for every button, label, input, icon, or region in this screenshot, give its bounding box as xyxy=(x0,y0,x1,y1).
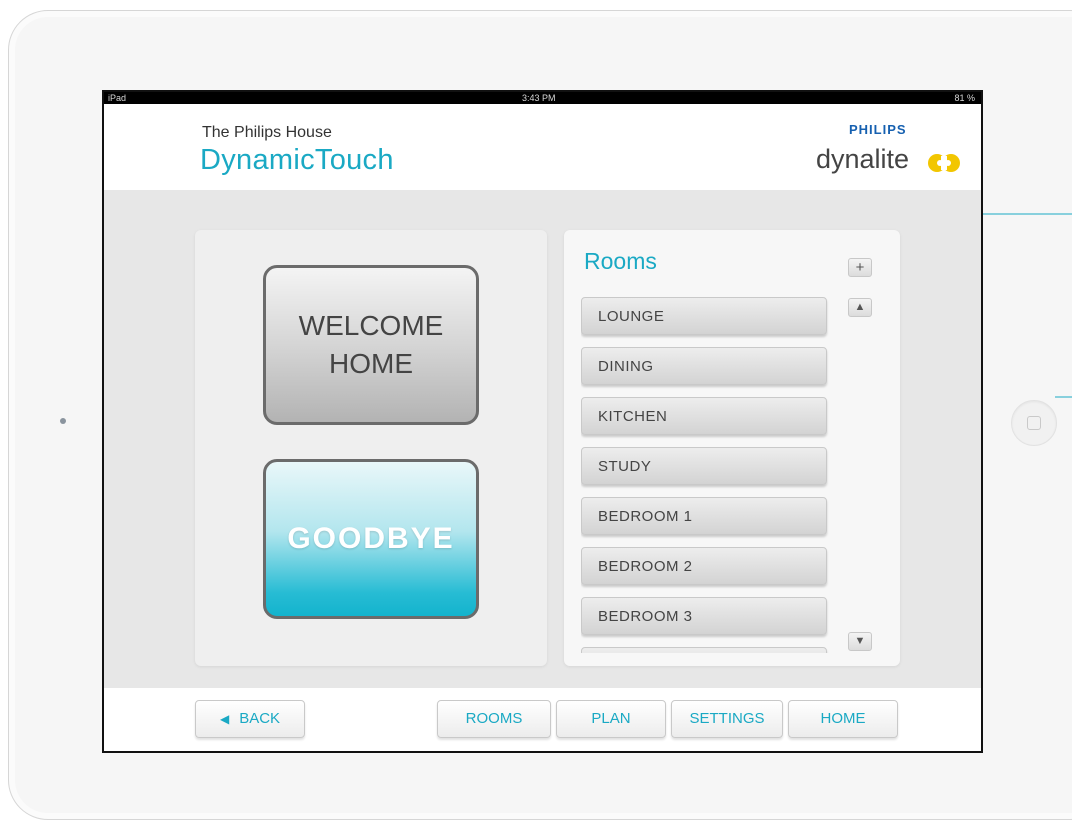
room-dining-button[interactable]: DINING xyxy=(581,347,827,385)
camera-dot xyxy=(60,418,66,424)
dynalite-logo-icon xyxy=(928,154,960,172)
room-bedroom-3-button[interactable]: BEDROOM 3 xyxy=(581,597,827,635)
nav-home-button[interactable]: HOME xyxy=(788,700,898,738)
scroll-up-button[interactable]: ▲ xyxy=(848,298,872,317)
back-arrow-icon: ◀ xyxy=(219,712,230,726)
ipad-home-button[interactable] xyxy=(1011,400,1057,446)
room-partial-button[interactable] xyxy=(581,647,827,653)
rooms-panel: Rooms + ▲ LOUNGE DINING KITCHEN STUDY BE… xyxy=(564,230,900,666)
nav-plan-button[interactable]: PLAN xyxy=(556,700,666,738)
room-kitchen-button[interactable]: KITCHEN xyxy=(581,397,827,435)
back-label: BACK xyxy=(239,710,281,727)
house-name: The Philips House xyxy=(202,124,332,141)
status-device: iPad xyxy=(108,93,127,103)
nav-rooms-button[interactable]: ROOMS xyxy=(437,700,551,738)
rooms-title: Rooms xyxy=(584,248,657,274)
status-battery: 81 % xyxy=(954,93,975,103)
ipad-screen: iPad 3:43 PM 81 % The Philips House Dyna… xyxy=(104,92,981,751)
room-list[interactable]: LOUNGE DINING KITCHEN STUDY BEDROOM 1 BE… xyxy=(581,297,831,653)
status-time: 3:43 PM xyxy=(522,93,556,103)
home-button-square-icon xyxy=(1027,416,1041,430)
header: The Philips House DynamicTouch PHILIPS d… xyxy=(104,104,981,190)
app-title: DynamicTouch xyxy=(200,144,394,176)
scroll-down-button[interactable]: ▼ xyxy=(848,632,872,651)
room-bedroom-2-button[interactable]: BEDROOM 2 xyxy=(581,547,827,585)
bottom-nav-bar: ◀ BACK ROOMS PLAN SETTINGS HOME xyxy=(104,688,981,751)
status-bar: iPad 3:43 PM 81 % xyxy=(104,92,981,104)
add-room-button[interactable]: + xyxy=(848,258,872,277)
nav-settings-button[interactable]: SETTINGS xyxy=(671,700,783,738)
goodbye-button[interactable]: GOODBYE xyxy=(263,459,479,619)
scenes-panel: WELCOME HOME GOODBYE xyxy=(195,230,547,666)
room-study-button[interactable]: STUDY xyxy=(581,447,827,485)
room-lounge-button[interactable]: LOUNGE xyxy=(581,297,827,335)
back-button[interactable]: ◀ BACK xyxy=(195,700,305,738)
philips-logo-text: PHILIPS xyxy=(849,122,907,137)
dynalite-logo-text: dynalite xyxy=(816,144,910,174)
room-bedroom-1-button[interactable]: BEDROOM 1 xyxy=(581,497,827,535)
welcome-home-button[interactable]: WELCOME HOME xyxy=(263,265,479,425)
